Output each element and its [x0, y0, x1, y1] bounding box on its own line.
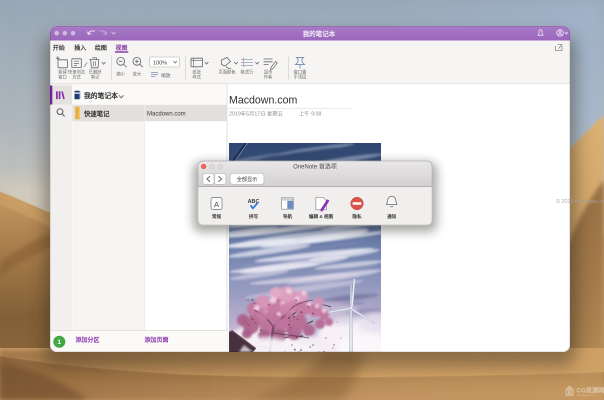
svg-text:作者: 作者 — [264, 74, 273, 81]
svg-text:样式: 样式 — [192, 74, 201, 81]
svg-text:编辑 & 视图: 编辑 & 视图 — [309, 213, 334, 220]
svg-text:Macdown.com: Macdown.com — [229, 95, 297, 107]
svg-text:常规: 常规 — [212, 213, 222, 220]
svg-text:方式: 方式 — [72, 74, 81, 81]
svg-text:导航: 导航 — [283, 213, 293, 220]
svg-text:A: A — [214, 200, 219, 209]
svg-text:添加分区: 添加分区 — [76, 336, 100, 344]
svg-text:窗口: 窗口 — [58, 74, 67, 81]
svg-text:我的笔记本: 我的笔记本 — [84, 91, 118, 100]
svg-text:上午 9:08: 上午 9:08 — [299, 110, 321, 118]
svg-text:全部显示: 全部显示 — [237, 175, 258, 183]
svg-text:100%: 100% — [153, 60, 167, 66]
svg-text:1: 1 — [57, 339, 61, 346]
svg-text:缩放: 缩放 — [161, 72, 171, 79]
svg-text:放大: 放大 — [133, 71, 142, 78]
svg-text:macdown.com: macdown.com — [577, 393, 596, 397]
svg-text:笔记: 笔记 — [91, 74, 100, 80]
svg-text:添加页面: 添加页面 — [145, 336, 169, 344]
svg-text:格式行: 格式行 — [241, 68, 255, 75]
svg-text:© 2019 macdown.com: © 2019 macdown.com — [556, 198, 604, 205]
svg-text:2019年5月17日 星期五: 2019年5月17日 星期五 — [229, 110, 283, 118]
svg-text:开始: 开始 — [53, 44, 65, 52]
svg-text:插入: 插入 — [74, 44, 86, 52]
svg-text:Macdown.com: Macdown.com — [147, 112, 186, 118]
svg-text:快速笔记: 快速笔记 — [84, 109, 110, 118]
svg-text:页面颜色: 页面颜色 — [218, 68, 236, 75]
svg-text:拼写: 拼写 — [249, 213, 259, 220]
svg-text:隐私: 隐私 — [352, 213, 362, 220]
svg-text:通知: 通知 — [387, 213, 397, 220]
svg-text:绘图: 绘图 — [95, 44, 107, 52]
svg-text:缩小: 缩小 — [116, 71, 125, 78]
svg-text:视图: 视图 — [115, 44, 127, 52]
svg-text:OneNote 首选项: OneNote 首选项 — [293, 163, 337, 171]
svg-text:我的笔记本: 我的笔记本 — [303, 29, 336, 38]
